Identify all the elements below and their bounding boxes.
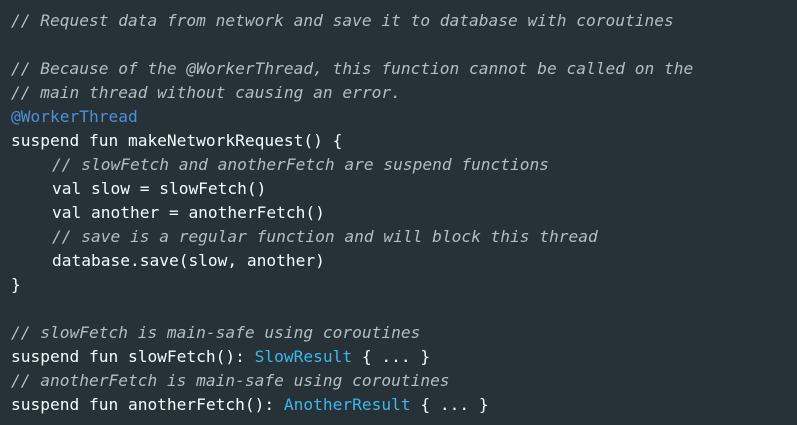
code-line: suspend fun makeNetworkRequest() {: [11, 129, 797, 153]
comment-text: // save is a regular function and will b…: [52, 227, 598, 246]
function-declaration: suspend fun makeNetworkRequest() {: [11, 131, 343, 150]
function-body: { ... }: [352, 347, 431, 366]
code-line: // anotherFetch is main-safe using corou…: [11, 369, 797, 393]
closing-brace: }: [11, 275, 21, 294]
code-line: suspend fun anotherFetch(): AnotherResul…: [11, 393, 797, 417]
comment-text: // anotherFetch is main-safe using corou…: [11, 371, 450, 390]
code-line: }: [11, 273, 797, 297]
code-line: // main thread without causing an error.: [11, 81, 797, 105]
function-signature: suspend fun anotherFetch():: [11, 395, 284, 414]
code-line: val slow = slowFetch(): [11, 177, 797, 201]
statement-text: database.save(slow, another): [52, 251, 325, 270]
code-line: val another = anotherFetch(): [11, 201, 797, 225]
code-block: // Request data from network and save it…: [0, 0, 797, 425]
comment-text: // main thread without causing an error.: [11, 83, 401, 102]
code-line: @WorkerThread: [11, 105, 797, 129]
comment-text: // Because of the @WorkerThread, this fu…: [11, 59, 694, 78]
code-line: // Request data from network and save it…: [11, 9, 797, 33]
code-line: // Because of the @WorkerThread, this fu…: [11, 57, 797, 81]
return-type: SlowResult: [254, 347, 353, 366]
statement-text: val another = anotherFetch(): [52, 203, 325, 222]
function-body: { ... }: [410, 395, 489, 414]
statement-text: val slow = slowFetch(): [52, 179, 267, 198]
code-line: // save is a regular function and will b…: [11, 225, 797, 249]
annotation-text: @WorkerThread: [11, 107, 138, 126]
return-type: AnotherResult: [283, 395, 411, 414]
function-signature: suspend fun slowFetch():: [11, 347, 255, 366]
code-line: database.save(slow, another): [11, 249, 797, 273]
comment-text: // Request data from network and save it…: [11, 11, 674, 30]
code-line: // slowFetch is main-safe using coroutin…: [11, 321, 797, 345]
code-line: suspend fun slowFetch(): SlowResult { ..…: [11, 345, 797, 369]
comment-text: // slowFetch is main-safe using coroutin…: [11, 323, 421, 342]
code-line: // slowFetch and anotherFetch are suspen…: [11, 153, 797, 177]
comment-text: // slowFetch and anotherFetch are suspen…: [52, 155, 550, 174]
